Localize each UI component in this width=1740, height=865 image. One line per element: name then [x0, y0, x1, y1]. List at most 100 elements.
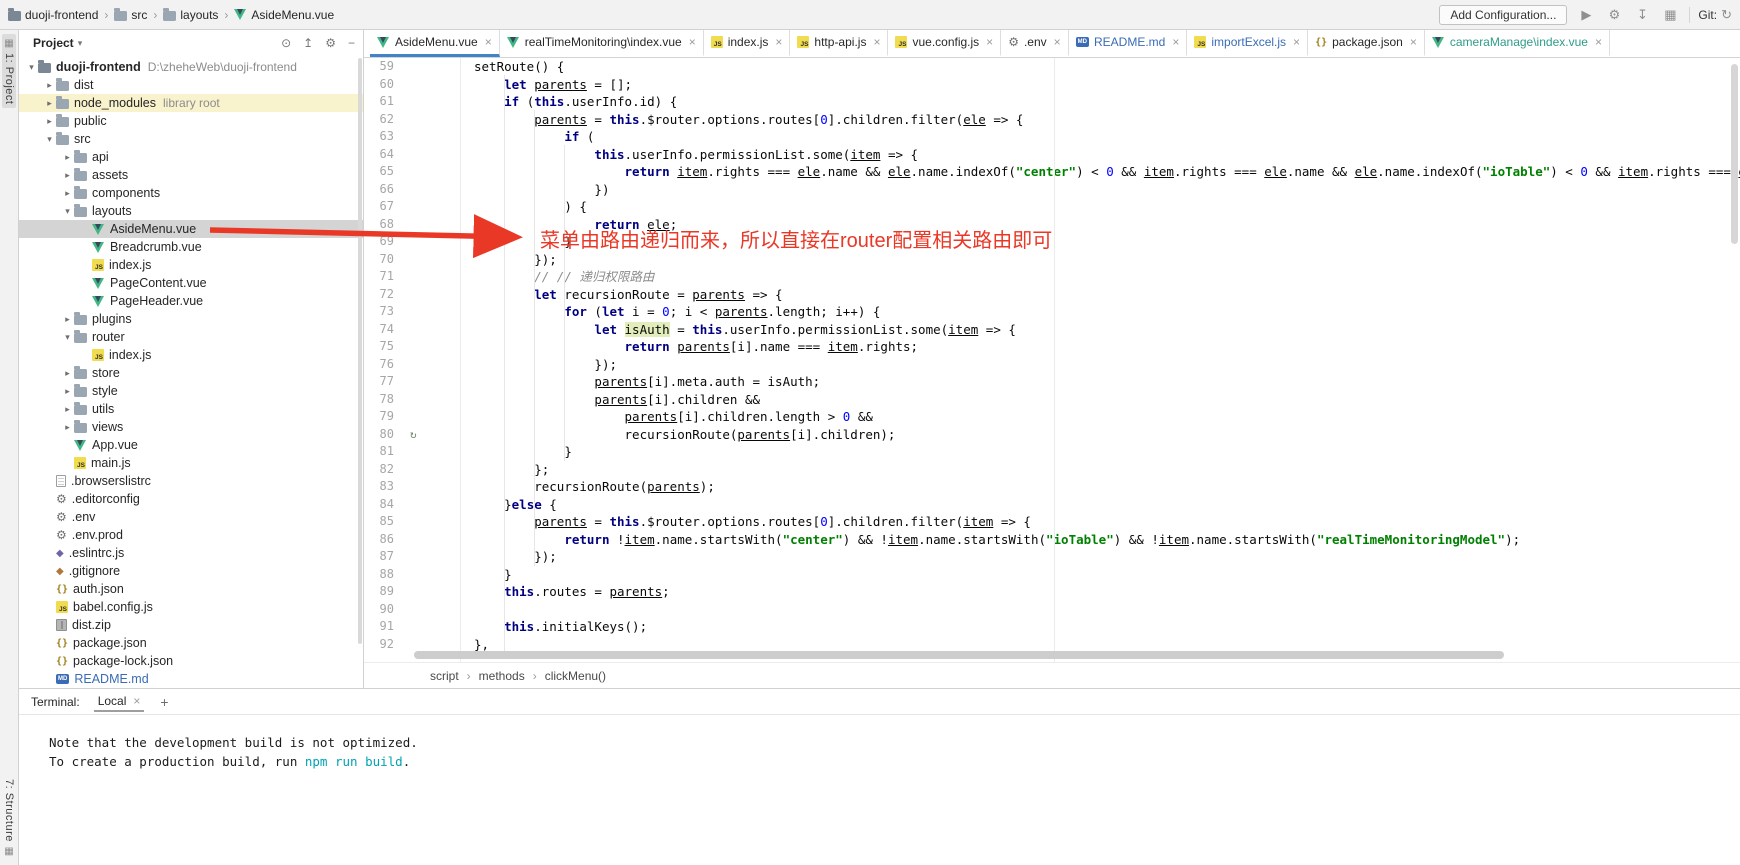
- tree-item[interactable]: ▾router: [19, 328, 363, 346]
- close-icon[interactable]: ×: [775, 35, 782, 49]
- tree-item[interactable]: PageHeader.vue: [19, 292, 363, 310]
- code-editor[interactable]: 59setRoute() {60 let parents = [];61 if …: [364, 58, 1740, 662]
- editor-tab[interactable]: JShttp-api.js×: [790, 30, 888, 57]
- tree-item[interactable]: JSbabel.config.js: [19, 598, 363, 616]
- line-number[interactable]: 86: [364, 531, 408, 549]
- editor-tab[interactable]: cameraManage\index.vue×: [1425, 30, 1610, 57]
- close-icon[interactable]: ×: [689, 35, 696, 49]
- project-view-title[interactable]: Project: [33, 36, 74, 50]
- tree-item[interactable]: ◆.gitignore: [19, 562, 363, 580]
- line-number[interactable]: 67: [364, 198, 408, 216]
- line-number[interactable]: 81: [364, 443, 408, 461]
- tree-item[interactable]: {}package-lock.json: [19, 652, 363, 670]
- line-number[interactable]: 61: [364, 93, 408, 111]
- chevron-right-icon[interactable]: ▸: [61, 152, 74, 163]
- tree-item[interactable]: ⚙.env.prod: [19, 526, 363, 544]
- chevron-right-icon[interactable]: ▸: [61, 170, 74, 181]
- titlebar-crumb[interactable]: src: [114, 8, 147, 22]
- tree-item[interactable]: ▾src: [19, 130, 363, 148]
- locate-file-icon[interactable]: ⊙: [281, 36, 291, 50]
- grid-icon[interactable]: ▦: [1661, 7, 1679, 23]
- tree-item[interactable]: ▾layouts: [19, 202, 363, 220]
- stripe-structure-button[interactable]: 7: Structure ▦: [2, 775, 16, 861]
- tree-item[interactable]: ▸plugins: [19, 310, 363, 328]
- tree-item[interactable]: {}auth.json: [19, 580, 363, 598]
- titlebar-crumb[interactable]: AsideMenu.vue: [234, 8, 334, 22]
- editor-tab[interactable]: MDREADME.md×: [1069, 30, 1188, 57]
- horizontal-scrollbar[interactable]: [414, 651, 1504, 659]
- line-number[interactable]: 92: [364, 636, 408, 654]
- update-project-icon[interactable]: ↧: [1633, 7, 1651, 23]
- editor-breadcrumb-item[interactable]: script: [430, 669, 459, 683]
- run-play-icon[interactable]: ▶: [1577, 7, 1595, 23]
- chevron-right-icon[interactable]: ▸: [61, 368, 74, 379]
- tree-item[interactable]: ▸utils: [19, 400, 363, 418]
- tree-item[interactable]: MDREADME.md: [19, 670, 363, 688]
- tree-item[interactable]: .browserslistrc: [19, 472, 363, 490]
- editor-tab[interactable]: JSvue.config.js×: [888, 30, 1001, 57]
- chevron-down-icon[interactable]: ▾: [43, 134, 56, 145]
- close-icon[interactable]: ×: [1595, 35, 1602, 49]
- tree-item[interactable]: ⚙.editorconfig: [19, 490, 363, 508]
- line-number[interactable]: 88: [364, 566, 408, 584]
- line-number[interactable]: 73: [364, 303, 408, 321]
- close-icon[interactable]: ×: [1410, 35, 1417, 49]
- line-number[interactable]: 68: [364, 216, 408, 234]
- line-number[interactable]: 77: [364, 373, 408, 391]
- chevron-right-icon[interactable]: ▸: [43, 116, 56, 127]
- line-number[interactable]: 79: [364, 408, 408, 426]
- chevron-right-icon[interactable]: ▸: [61, 386, 74, 397]
- editor-tab[interactable]: JSimportExcel.js×: [1187, 30, 1308, 57]
- tree-item[interactable]: ▸public: [19, 112, 363, 130]
- vertical-scrollbar[interactable]: [1731, 64, 1738, 244]
- editor-breadcrumb-item[interactable]: clickMenu(): [545, 669, 606, 683]
- tree-item[interactable]: PageContent.vue: [19, 274, 363, 292]
- new-terminal-session-icon[interactable]: +: [160, 694, 168, 710]
- line-number[interactable]: 65: [364, 163, 408, 181]
- editor-tab[interactable]: JSindex.js×: [704, 30, 791, 57]
- chevron-right-icon[interactable]: ▸: [61, 314, 74, 325]
- tree-item[interactable]: App.vue: [19, 436, 363, 454]
- tree-item[interactable]: Breadcrumb.vue: [19, 238, 363, 256]
- tree-item[interactable]: ▸dist: [19, 76, 363, 94]
- settings-icon[interactable]: ⚙: [1605, 7, 1623, 23]
- hide-panel-icon[interactable]: −: [348, 36, 355, 50]
- line-number[interactable]: 62: [364, 111, 408, 129]
- editor-tab[interactable]: ⚙.env×: [1001, 30, 1068, 57]
- line-number[interactable]: 80: [364, 426, 408, 444]
- line-number[interactable]: 72: [364, 286, 408, 304]
- line-number[interactable]: 90: [364, 601, 408, 619]
- tree-item[interactable]: AsideMenu.vue: [19, 220, 363, 238]
- tree-item[interactable]: JSmain.js: [19, 454, 363, 472]
- tree-item[interactable]: ◆.eslintrc.js: [19, 544, 363, 562]
- close-icon[interactable]: ×: [133, 694, 140, 708]
- tree-item[interactable]: ▸style: [19, 382, 363, 400]
- scrollbar[interactable]: [358, 58, 362, 644]
- line-number[interactable]: 76: [364, 356, 408, 374]
- line-number[interactable]: 84: [364, 496, 408, 514]
- editor-tab[interactable]: realTimeMonitoring\index.vue×: [500, 30, 704, 57]
- refresh-icon[interactable]: ↻: [1721, 7, 1732, 23]
- titlebar-crumb[interactable]: layouts: [163, 8, 218, 22]
- terminal-tab-local[interactable]: Local ×: [94, 691, 145, 712]
- close-icon[interactable]: ×: [986, 35, 993, 49]
- recursive-call-icon[interactable]: ↻: [408, 426, 460, 444]
- line-number[interactable]: 87: [364, 548, 408, 566]
- line-number[interactable]: 66: [364, 181, 408, 199]
- chevron-right-icon[interactable]: ▸: [43, 98, 56, 109]
- tree-item[interactable]: JSindex.js: [19, 256, 363, 274]
- titlebar-crumb[interactable]: duoji-frontend: [8, 8, 98, 22]
- stripe-project-button[interactable]: ▦ 1: Project: [2, 34, 16, 108]
- line-number[interactable]: 83: [364, 478, 408, 496]
- chevron-down-icon[interactable]: ▾: [78, 38, 83, 49]
- chevron-down-icon[interactable]: ▾: [61, 332, 74, 343]
- line-number[interactable]: 85: [364, 513, 408, 531]
- collapse-all-icon[interactable]: ↥: [303, 36, 313, 50]
- line-number[interactable]: 70: [364, 251, 408, 269]
- terminal-output[interactable]: Note that the development build is not o…: [19, 715, 1740, 865]
- line-number[interactable]: 89: [364, 583, 408, 601]
- chevron-down-icon[interactable]: ▾: [61, 206, 74, 217]
- chevron-down-icon[interactable]: ▾: [25, 62, 38, 73]
- close-icon[interactable]: ×: [1293, 35, 1300, 49]
- tree-item[interactable]: ⚙.env: [19, 508, 363, 526]
